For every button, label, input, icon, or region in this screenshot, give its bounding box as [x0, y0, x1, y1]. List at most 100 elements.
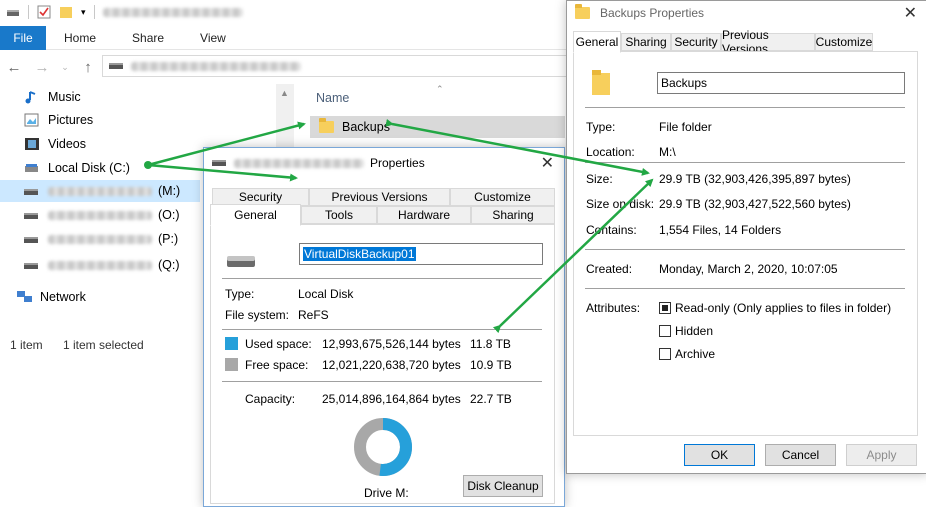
drive-icon: [24, 161, 40, 175]
close-icon[interactable]: ✕: [904, 3, 917, 23]
free-space-bytes: 12,021,220,638,720 bytes: [322, 358, 461, 372]
ribbon-tab-view[interactable]: View: [182, 31, 244, 45]
nav-item-local-disk-c[interactable]: Local Disk (C:): [0, 157, 200, 179]
tab-security[interactable]: Security: [671, 33, 721, 51]
network-icon: [16, 290, 32, 304]
size-label: Size:: [586, 172, 613, 186]
drive-letter: (O:): [158, 208, 180, 222]
capacity-bytes: 25,014,896,164,864 bytes: [322, 392, 461, 406]
created-label: Created:: [586, 262, 633, 276]
address-box[interactable]: [102, 55, 572, 77]
folder-icon: [319, 118, 334, 133]
up-arrow-icon[interactable]: ↑: [74, 59, 102, 76]
videos-icon: [24, 137, 40, 151]
drive-letter: (Q:): [158, 258, 180, 272]
nav-item-drive-o[interactable]: (O:): [0, 204, 200, 226]
toolbar-divider: [28, 5, 29, 19]
back-arrow-icon[interactable]: ←: [0, 59, 28, 76]
read-only-label: Read-only (Only applies to files in fold…: [675, 301, 892, 315]
drive-icon: [24, 232, 40, 246]
folder-name-field[interactable]: Backups: [657, 72, 905, 94]
apply-button[interactable]: Apply: [846, 444, 917, 466]
divider: [585, 162, 905, 163]
nav-item-music[interactable]: Music: [0, 86, 200, 108]
ribbon-tab-home[interactable]: Home: [46, 31, 114, 45]
free-space-label: Free space:: [245, 358, 309, 372]
ok-button[interactable]: OK: [684, 444, 755, 466]
drive-icon: [24, 208, 40, 222]
hidden-checkbox[interactable]: [659, 325, 671, 337]
dialog-title-bar: Backups Properties: [567, 1, 926, 25]
free-space-tb: 10.9 TB: [470, 358, 512, 372]
archive-checkbox[interactable]: [659, 348, 671, 360]
disk-cleanup-button[interactable]: Disk Cleanup: [463, 475, 543, 497]
file-system-value: ReFS: [298, 308, 329, 322]
drive-name-blurred: [48, 187, 152, 196]
capacity-tb: 22.7 TB: [470, 392, 512, 406]
free-space-swatch: [225, 358, 238, 371]
tab-previous-versions[interactable]: Previous Versions: [309, 188, 450, 206]
contains-label: Contains:: [586, 223, 637, 237]
drive-icon: [24, 258, 40, 272]
chevron-down-icon[interactable]: ▾: [81, 7, 86, 18]
ribbon-tab-share[interactable]: Share: [114, 31, 182, 45]
nav-item-drive-p[interactable]: (P:): [0, 228, 200, 250]
used-space-tb: 11.8 TB: [470, 337, 511, 351]
recent-chevron-icon[interactable]: ⌄: [56, 62, 74, 73]
read-only-checkbox[interactable]: [659, 302, 671, 314]
tab-sharing[interactable]: Sharing: [621, 33, 671, 51]
drive-letter-label: Drive M:: [364, 486, 409, 500]
nav-item-drive-m[interactable]: (M:): [0, 180, 200, 202]
folder-icon: [575, 4, 590, 19]
drive-icon: [109, 63, 123, 69]
pictures-icon: [24, 113, 40, 127]
size-value: 29.9 TB (32,903,426,395,897 bytes): [659, 172, 851, 186]
divider: [585, 288, 905, 289]
tab-general[interactable]: General: [573, 31, 621, 53]
scroll-up-icon[interactable]: ▲: [280, 88, 289, 98]
drive-label-field[interactable]: VirtualDiskBackup01: [299, 243, 543, 265]
close-icon[interactable]: ✕: [541, 153, 554, 173]
nav-item-videos[interactable]: Videos: [0, 133, 200, 155]
size-on-disk-value: 29.9 TB (32,903,427,522,560 bytes): [659, 197, 851, 211]
window-title-blurred: [102, 7, 243, 17]
status-selected: 1 item selected: [63, 338, 144, 352]
tab-tools[interactable]: Tools: [301, 206, 377, 224]
divider: [222, 278, 542, 279]
file-system-label: File system:: [225, 308, 290, 322]
location-value: M:\: [659, 145, 676, 159]
forward-arrow-icon[interactable]: →: [28, 59, 56, 76]
nav-item-drive-q[interactable]: (Q:): [0, 254, 200, 276]
ribbon-tab-file[interactable]: File: [0, 25, 46, 50]
drive-name-blurred: [48, 261, 152, 270]
tab-hardware[interactable]: Hardware: [377, 206, 471, 224]
tab-sharing[interactable]: Sharing: [471, 206, 555, 224]
type-label: Type:: [586, 120, 616, 134]
used-space-label: Used space:: [245, 337, 312, 351]
tab-general[interactable]: General: [210, 204, 301, 226]
column-header-name[interactable]: Name: [316, 91, 349, 105]
contains-value: 1,554 Files, 14 Folders: [659, 223, 782, 237]
properties-check-icon[interactable]: [37, 5, 51, 19]
drive-icon: [6, 5, 20, 19]
tab-customize[interactable]: Customize: [815, 33, 873, 51]
attributes-label: Attributes:: [586, 301, 641, 315]
cancel-button[interactable]: Cancel: [765, 444, 836, 466]
file-row-backups[interactable]: Backups: [310, 116, 565, 138]
ribbon: File Home Share View: [0, 25, 600, 50]
type-value: File folder: [659, 120, 712, 134]
created-value: Monday, March 2, 2020, 10:07:05: [659, 262, 838, 276]
tab-previous-versions[interactable]: Previous Versions: [721, 28, 815, 56]
drive-icon: [212, 160, 226, 166]
tab-customize[interactable]: Customize: [450, 188, 555, 206]
divider: [585, 249, 905, 250]
nav-item-label: Videos: [48, 137, 86, 151]
new-folder-icon[interactable]: [59, 5, 73, 19]
nav-item-pictures[interactable]: Pictures: [0, 109, 200, 131]
archive-label: Archive: [675, 347, 716, 361]
nav-item-label: Music: [48, 90, 81, 104]
divider: [585, 107, 905, 108]
nav-item-network[interactable]: Network: [0, 286, 200, 308]
drive-name-blurred: [48, 211, 152, 220]
nav-item-label: Local Disk (C:): [48, 161, 130, 175]
